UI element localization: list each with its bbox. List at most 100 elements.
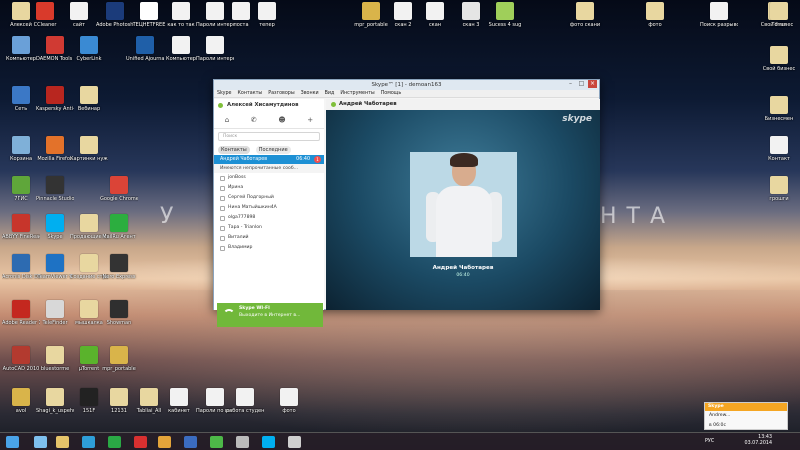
desktop-icon[interactable]: тепер [248, 2, 286, 28]
taskbar-mail-icon[interactable] [108, 436, 121, 448]
desktop-icon[interactable]: скан [416, 2, 454, 28]
desktop-icon[interactable]: mpr_portable [100, 346, 138, 372]
user-profile[interactable]: Алексей Хисамутдинов [214, 99, 324, 111]
minimize-button[interactable]: – [566, 80, 575, 88]
desktop-icon[interactable]: Nero Express [100, 254, 138, 280]
taskbar-skype-icon[interactable] [262, 436, 275, 448]
selected-contact[interactable]: Андрей Чаботарев 06:40 1 [214, 155, 324, 164]
desktop-icon[interactable]: Бизнесмен [760, 96, 798, 122]
desktop-icon[interactable]: Корзина [2, 136, 40, 162]
desktop-icon-label: работа студентам [226, 408, 264, 414]
taskbar-app-icon[interactable] [288, 436, 301, 448]
desktop-icon[interactable]: avol [2, 388, 40, 414]
taskbar-chrome-icon[interactable] [82, 436, 95, 448]
desktop-icon[interactable]: Pinnacle Studio 16 [36, 176, 74, 202]
desktop-icon[interactable]: Google Chrome [100, 176, 138, 202]
skype-notification[interactable]: Skype Andrew... в 06:0с [704, 402, 788, 430]
menu-contacts[interactable]: Контакты [238, 90, 263, 97]
skype-title-bar[interactable]: Skype™ [1] - demoan163 – □ × [214, 80, 599, 90]
desktop-icon[interactable]: Unified Ajournal [126, 36, 164, 62]
desktop-icon[interactable]: Showman [100, 300, 138, 326]
language-indicator[interactable]: РУС [705, 439, 714, 444]
desktop-icon[interactable]: кабинет [160, 388, 198, 414]
skype-wifi-banner[interactable]: Skype WI-FI Выходите в Интернет в... [217, 303, 323, 327]
desktop-icon[interactable]: фото скани [566, 2, 604, 28]
desktop-icon[interactable]: bluestorme [36, 346, 74, 372]
desktop-icon[interactable]: работа студентам [226, 388, 264, 414]
desktop-icon[interactable]: Компьютер [2, 36, 40, 62]
desktop-icon[interactable]: 7ГИС [2, 176, 40, 202]
taskbar-folder-icon[interactable] [236, 436, 249, 448]
group-icon[interactable]: ☻ [278, 116, 285, 124]
desktop-icon-label: скан [428, 22, 442, 28]
desktop-icon[interactable]: Shagi_k_uspehu [36, 388, 74, 414]
desktop-icon[interactable]: ABBYY FineReader [2, 214, 40, 240]
desktop-icon[interactable]: грошги [760, 176, 798, 202]
menu-skype[interactable]: Skype [217, 90, 232, 97]
home-icon[interactable]: ⌂ [225, 116, 229, 124]
desktop-icon[interactable]: как то так [162, 2, 200, 28]
desktop-icon[interactable]: TeamViewer 9 [36, 254, 74, 280]
taskbar-ie-icon[interactable] [34, 436, 47, 448]
desktop-icon[interactable]: скан 3 [452, 2, 490, 28]
maximize-button[interactable]: □ [577, 80, 586, 88]
phone-icon[interactable]: ✆ [251, 116, 257, 124]
add-contact-icon[interactable]: + [307, 116, 313, 124]
menu-help[interactable]: Помощь [381, 90, 401, 97]
taskbar-opera-icon[interactable] [134, 436, 147, 448]
contact-item[interactable]: Виталий [214, 233, 324, 243]
desktop-icon[interactable]: CCleaner [26, 2, 64, 28]
menu-tools[interactable]: Инструменты [340, 90, 374, 97]
menu-conversations[interactable]: Разговоры [268, 90, 294, 97]
contact-item[interactable]: Нина Матыйшкин4А [214, 203, 324, 213]
online-status-icon [218, 102, 223, 108]
desktop-icon[interactable]: фото [636, 2, 674, 28]
desktop-icon[interactable]: Картинки нужные [70, 136, 108, 162]
desktop-icon[interactable]: MailRu Агент [100, 214, 138, 240]
search-input[interactable]: Поиск [218, 132, 320, 141]
desktop-icon[interactable]: Adobe Photosho... [96, 2, 134, 28]
contact-item[interactable]: Сергей Подгорный [214, 193, 324, 203]
desktop-icon[interactable]: TeleFinder [36, 300, 74, 326]
contact-item[interactable]: Тара - Trianlon [214, 223, 324, 233]
desktop-icon[interactable]: Kaspersky Anti-Virus [36, 86, 74, 112]
desktop-icon[interactable]: AutoCAD 2010 [2, 346, 40, 372]
desktop-icon[interactable]: Skype [36, 214, 74, 240]
desktop-icon[interactable]: Sucess 4 sug [486, 2, 524, 28]
desktop-icon[interactable]: Сеть [2, 86, 40, 112]
tab-contacts[interactable]: Контакты [218, 145, 250, 154]
taskbar-explorer-icon[interactable] [56, 436, 69, 448]
desktop-icon[interactable]: Вебинар [70, 86, 108, 112]
contact-item[interactable]: jonBoss [214, 173, 324, 183]
desktop-icon[interactable]: DAEMON Tools Lite [36, 36, 74, 62]
skype-window[interactable]: Skype™ [1] - demoan163 – □ × Skype Конта… [213, 79, 600, 327]
taskbar-firefox-icon[interactable] [158, 436, 171, 448]
desktop-icon-image [110, 176, 128, 194]
contact-item[interactable]: olga777898 [214, 213, 324, 223]
wifi-icon [223, 309, 235, 319]
menu-calls[interactable]: Звонки [301, 90, 319, 97]
desktop-icon[interactable]: CyberLink [70, 36, 108, 62]
menu-view[interactable]: Вид [325, 90, 335, 97]
desktop-icon[interactable]: Тотал [760, 2, 798, 28]
taskbar-torrent-icon[interactable] [210, 436, 223, 448]
start-button[interactable] [6, 436, 19, 448]
desktop-icon-image [496, 2, 514, 20]
desktop-icon[interactable]: фото [270, 388, 308, 414]
contact-item[interactable]: Владимир [214, 243, 324, 253]
taskbar-word-icon[interactable] [184, 436, 197, 448]
desktop-icon[interactable]: Компьютер [162, 36, 200, 62]
desktop-icon[interactable]: Контакт [760, 136, 798, 162]
tab-recent[interactable]: Последние [255, 145, 291, 154]
desktop-icon-image [462, 2, 480, 20]
desktop-icon[interactable]: Acronis Disk Director [2, 254, 40, 280]
contact-item[interactable]: Ирина [214, 183, 324, 193]
desktop-icon[interactable]: Свой бизнес [760, 46, 798, 72]
close-button[interactable]: × [588, 80, 597, 88]
desktop-icon[interactable]: сайт [60, 2, 98, 28]
desktop-icon[interactable]: Mozilla Firefox [36, 136, 74, 162]
desktop-icon[interactable]: Adobe Reader X [2, 300, 40, 326]
desktop-icon[interactable]: Поиск разрывов [700, 2, 738, 28]
clock[interactable]: 13:43 03.07.2014 [745, 435, 772, 447]
desktop-icon[interactable]: Пароли интернет [196, 36, 234, 62]
